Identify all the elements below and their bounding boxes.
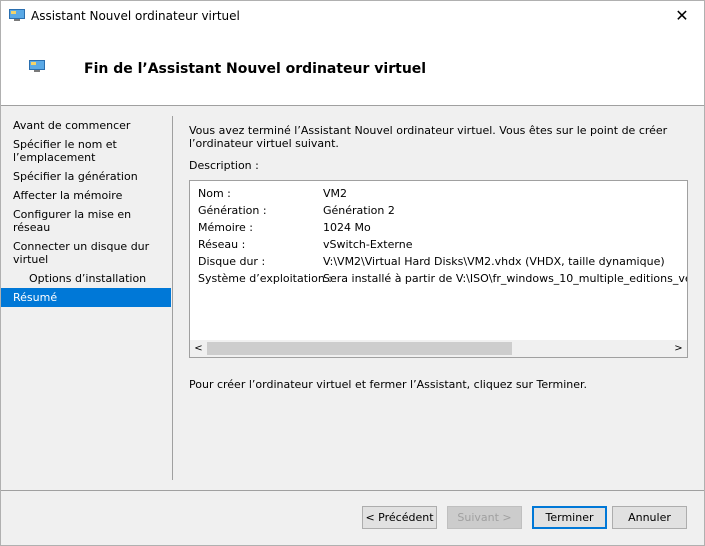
nav-item-summary[interactable]: Résumé [1,288,171,307]
cancel-button[interactable]: Annuler [612,506,687,529]
row-value-generation: Génération 2 [323,204,395,217]
nav-item-virtual-disk[interactable]: Connecter un disque dur virtuel [1,237,171,269]
row-value-os: Sera installé à partir de V:\ISO\fr_wind… [323,272,687,285]
nav-item-memory[interactable]: Affecter la mémoire [1,186,171,205]
nav-item-before-you-begin[interactable]: Avant de commencer [1,116,171,135]
row-key-generation: Génération : [198,204,267,217]
horizontal-scrollbar[interactable]: < > [190,340,687,357]
row-key-hard-disk: Disque dur : [198,255,266,268]
finish-button[interactable]: Terminer [532,506,607,529]
next-button[interactable]: Suivant > [447,506,522,529]
scroll-left-icon[interactable]: < [190,340,207,357]
summary-content: Vous avez terminé l’Assistant Nouvel ord… [189,124,689,391]
row-key-network: Réseau : [198,238,246,251]
close-icon[interactable]: ✕ [660,1,704,31]
scroll-thumb[interactable] [207,342,512,355]
row-value-hard-disk: V:\VM2\Virtual Hard Disks\VM2.vhdx (VHDX… [323,255,665,268]
page-title: Fin de l’Assistant Nouvel ordinateur vir… [84,61,427,77]
window-title: Assistant Nouvel ordinateur virtuel [31,9,240,23]
monitor-icon [29,60,45,72]
finish-instruction: Pour créer l’ordinateur virtuel et ferme… [189,378,588,391]
row-key-name: Nom : [198,187,231,200]
wizard-window: Assistant Nouvel ordinateur virtuel ✕ Fi… [0,0,705,546]
title-bar: Assistant Nouvel ordinateur virtuel ✕ [1,1,704,31]
nav-item-name-location[interactable]: Spécifier le nom et l’emplacement [1,135,171,167]
description-box[interactable]: Nom : VM2 Génération : Génération 2 Mémo… [189,180,688,358]
row-value-memory: 1024 Mo [323,221,371,234]
nav-item-generation[interactable]: Spécifier la génération [1,167,171,186]
wizard-footer: < Précédent Suivant > Terminer Annuler [1,491,704,545]
wizard-body: Avant de commencer Spécifier le nom et l… [1,106,704,490]
step-navigation: Avant de commencer Spécifier le nom et l… [1,116,171,307]
row-value-network: vSwitch-Externe [323,238,413,251]
wizard-header: Fin de l’Assistant Nouvel ordinateur vir… [1,31,704,105]
description-label: Description : [189,159,259,172]
previous-button[interactable]: < Précédent [362,506,437,529]
row-value-name: VM2 [323,187,348,200]
row-key-memory: Mémoire : [198,221,254,234]
nav-divider [172,116,173,480]
row-key-os: Système d’exploitation : [198,272,332,285]
scroll-right-icon[interactable]: > [670,340,687,357]
monitor-icon [9,9,25,21]
nav-item-installation-options[interactable]: Options d’installation [1,269,171,288]
intro-text: Vous avez terminé l’Assistant Nouvel ord… [189,124,668,150]
nav-item-networking[interactable]: Configurer la mise en réseau [1,205,171,237]
